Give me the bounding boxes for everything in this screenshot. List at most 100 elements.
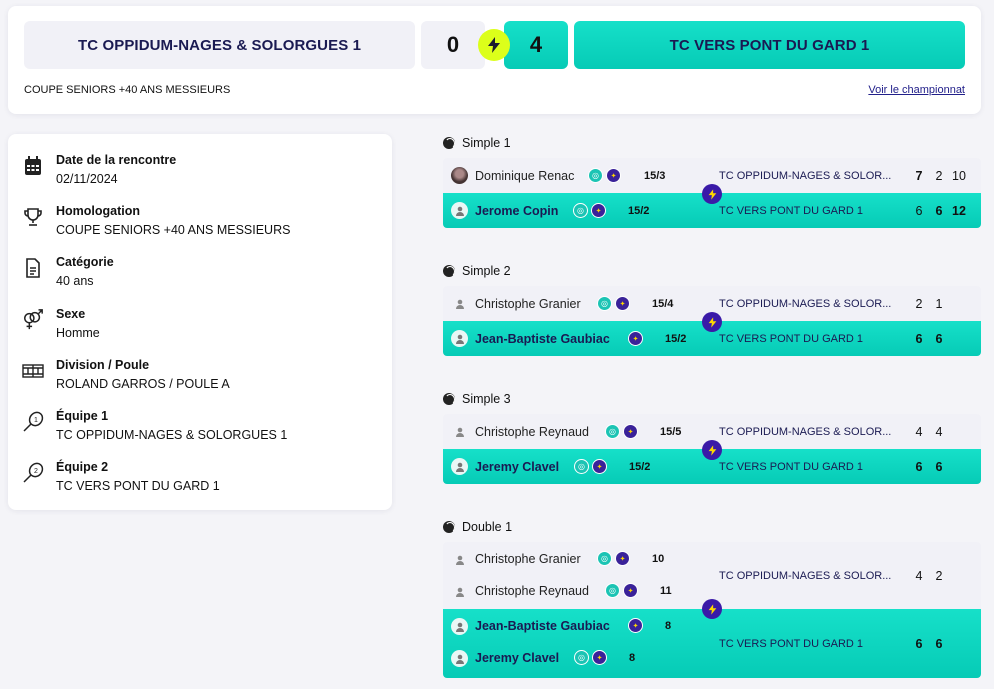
set-score: 6 xyxy=(935,459,943,474)
player-avatar xyxy=(451,202,468,219)
player-avatar xyxy=(451,423,468,440)
set-score: 2 xyxy=(935,568,943,583)
lightning-icon xyxy=(702,184,722,204)
away-team-name[interactable]: TC VERS PONT DU GARD 1 xyxy=(574,21,965,69)
player-rank: 15/4 xyxy=(652,297,674,310)
europe-badge-icon: ✦ xyxy=(628,331,643,346)
player-avatar xyxy=(451,551,468,568)
match-title-label: Simple 1 xyxy=(462,136,511,150)
europe-badge-icon: ✦ xyxy=(592,459,607,474)
info-value: Homme xyxy=(56,326,100,340)
tennis-badge-icon: ◎ xyxy=(573,203,588,218)
set-scores: 66 xyxy=(909,460,949,474)
competition-label: COUPE SENIORS +40 ANS MESSIEURS xyxy=(24,84,231,96)
match-header: TC OPPIDUM-NAGES & SOLORGUES 1 0 4 TC VE… xyxy=(8,6,981,114)
player-badges: ✦ xyxy=(628,618,643,633)
set-score: 4 xyxy=(935,424,943,439)
match-title-label: Simple 3 xyxy=(462,392,511,406)
away-score: 4 xyxy=(504,21,568,69)
set-score: 6 xyxy=(935,636,943,651)
svg-text:2: 2 xyxy=(34,468,38,475)
europe-badge-icon: ✦ xyxy=(606,168,621,183)
set-score: 4 xyxy=(915,424,923,439)
set-scores: 7 2 10 xyxy=(909,169,969,183)
set-score: 6 xyxy=(915,203,923,218)
tennis-badge-icon: ◎ xyxy=(605,424,620,439)
trophy-icon xyxy=(22,206,44,228)
player-avatar xyxy=(451,618,468,635)
player-rank: 15/2 xyxy=(628,204,650,217)
player-name[interactable]: Jeremy Clavel xyxy=(475,651,559,665)
racket-1-icon: 1 xyxy=(22,411,44,433)
set-score: 6 xyxy=(915,331,923,346)
player-badges: ◎ ✦ xyxy=(574,650,607,665)
team-name: TC OPPIDUM-NAGES & SOLOR... xyxy=(719,569,892,582)
player-badges: ◎ ✦ xyxy=(597,551,630,566)
player-name[interactable]: Christophe Granier xyxy=(475,297,581,311)
match-title: Double 1 xyxy=(443,520,512,534)
away-row: Jean-Baptiste Gaubiac ✦ 8 Jeremy Clavel … xyxy=(443,609,981,678)
home-team-name[interactable]: TC OPPIDUM-NAGES & SOLORGUES 1 xyxy=(24,21,415,69)
player-rank: 15/5 xyxy=(660,425,682,438)
info-title: Équipe 2 xyxy=(56,460,109,474)
set-score: 12 xyxy=(952,203,966,218)
player-rank: 15/3 xyxy=(644,169,666,182)
europe-badge-icon: ✦ xyxy=(623,583,638,598)
info-value: 40 ans xyxy=(56,274,94,288)
set-scores: 66 xyxy=(909,332,949,346)
tennis-ball-icon xyxy=(443,265,455,277)
match-title: Simple 1 xyxy=(443,136,511,150)
championship-link[interactable]: Voir le championnat xyxy=(868,84,965,96)
team-name: TC OPPIDUM-NAGES & SOLOR... xyxy=(719,297,892,310)
tennis-ball-icon xyxy=(443,393,455,405)
tennis-ball-icon xyxy=(443,137,455,149)
player-name[interactable]: Christophe Granier xyxy=(475,552,581,566)
team-name: TC OPPIDUM-NAGES & SOLOR... xyxy=(719,169,892,182)
set-score: 2 xyxy=(915,296,923,311)
document-icon xyxy=(22,257,44,279)
tennis-badge-icon: ◎ xyxy=(605,583,620,598)
europe-badge-icon: ✦ xyxy=(591,203,606,218)
info-division: Division / Poule ROLAND GARROS / POULE A xyxy=(22,357,230,393)
player-name[interactable]: Jean-Baptiste Gaubiac xyxy=(475,619,610,633)
europe-badge-icon: ✦ xyxy=(623,424,638,439)
match-title: Simple 2 xyxy=(443,264,511,278)
match-title-label: Simple 2 xyxy=(462,264,511,278)
info-value: ROLAND GARROS / POULE A xyxy=(56,377,230,391)
europe-badge-icon: ✦ xyxy=(628,618,643,633)
player-name[interactable]: Jerome Copin xyxy=(475,204,558,218)
player-rank: 11 xyxy=(660,585,672,597)
tennis-badge-icon: ◎ xyxy=(588,168,603,183)
player-name[interactable]: Christophe Reynaud xyxy=(475,584,589,598)
europe-badge-icon: ✦ xyxy=(615,551,630,566)
player-name[interactable]: Jeremy Clavel xyxy=(475,460,559,474)
team-name: TC VERS PONT DU GARD 1 xyxy=(719,204,864,217)
team-name: TC VERS PONT DU GARD 1 xyxy=(719,637,864,650)
lightning-icon xyxy=(702,312,722,332)
set-score: 6 xyxy=(915,636,923,651)
player-name[interactable]: Christophe Reynaud xyxy=(475,425,589,439)
info-value: TC OPPIDUM-NAGES & SOLORGUES 1 xyxy=(56,428,288,442)
gender-icon xyxy=(22,309,44,331)
tennis-ball-icon xyxy=(443,521,455,533)
player-badges: ◎ ✦ xyxy=(588,168,621,183)
player-name[interactable]: Jean-Baptiste Gaubiac xyxy=(475,332,610,346)
info-category: Catégorie 40 ans xyxy=(22,254,114,290)
info-title: Homologation xyxy=(56,204,141,218)
info-title: Équipe 1 xyxy=(56,409,109,423)
tennis-badge-icon: ◎ xyxy=(574,459,589,474)
player-rank: 15/2 xyxy=(665,332,687,345)
player-avatar xyxy=(451,167,468,184)
player-name[interactable]: Dominique Renac xyxy=(475,169,574,183)
team-name: TC OPPIDUM-NAGES & SOLOR... xyxy=(719,425,892,438)
svg-text:1: 1 xyxy=(34,417,38,424)
set-scores: 66 xyxy=(909,637,949,651)
match-title: Simple 3 xyxy=(443,392,511,406)
player-badges: ◎ ✦ xyxy=(574,459,607,474)
set-score: 4 xyxy=(915,568,923,583)
tennis-badge-icon: ◎ xyxy=(597,551,612,566)
info-gender: Sexe Homme xyxy=(22,306,100,342)
set-scores: 6 6 12 xyxy=(909,204,969,218)
europe-badge-icon: ✦ xyxy=(592,650,607,665)
set-score: 6 xyxy=(915,459,923,474)
